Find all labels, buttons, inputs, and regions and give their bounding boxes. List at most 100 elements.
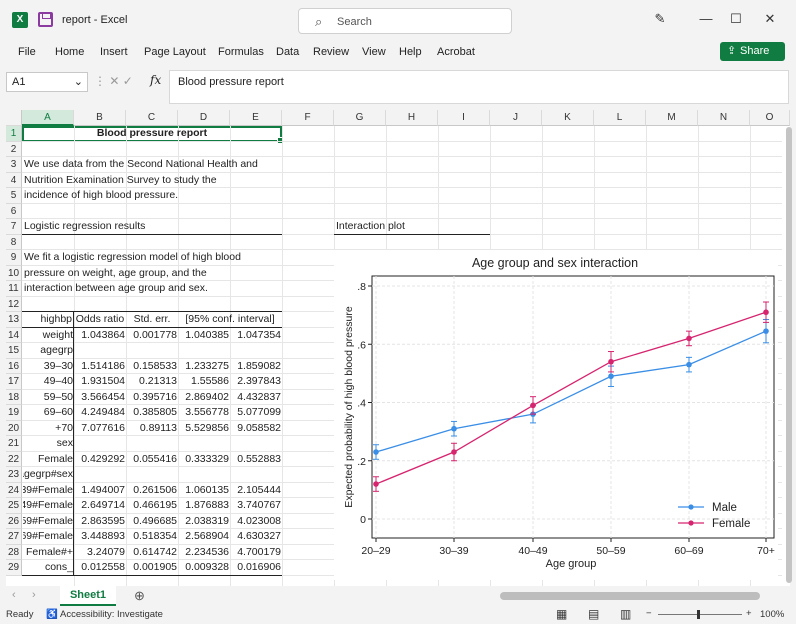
page-break-view-icon[interactable]: ▥	[620, 607, 631, 621]
row-header-26[interactable]: 26	[6, 513, 22, 529]
row-header-2[interactable]: 2	[6, 141, 22, 157]
column-header-e[interactable]: E	[230, 110, 282, 126]
row-header-23[interactable]: 23	[6, 467, 22, 483]
table-value-cell: 0.001778	[133, 328, 177, 341]
menu-review[interactable]: Review	[313, 46, 349, 58]
table-row-label: weight	[42, 328, 73, 341]
horizontal-scrollbar[interactable]	[500, 592, 760, 600]
zoom-out-icon[interactable]: −	[646, 608, 652, 619]
zoom-in-icon[interactable]: +	[746, 608, 752, 619]
legend-marker	[688, 504, 694, 510]
row-header-5[interactable]: 5	[6, 188, 22, 204]
menu-help[interactable]: Help	[399, 46, 422, 58]
tab-next-icon[interactable]: ›	[32, 589, 36, 601]
table-value-cell: 1.233275	[185, 359, 229, 372]
row-header-17[interactable]: 17	[6, 374, 22, 390]
zoom-slider[interactable]	[658, 614, 742, 615]
menu-file[interactable]: File	[18, 46, 36, 58]
formula-input[interactable]: Blood pressure report	[169, 70, 789, 104]
row-header-15[interactable]: 15	[6, 343, 22, 359]
row-header-3[interactable]: 3	[6, 157, 22, 173]
data-point-female	[530, 402, 536, 409]
cell-text: Logistic regression results	[24, 220, 146, 232]
column-header-h[interactable]: H	[386, 110, 438, 126]
column-header-i[interactable]: I	[438, 110, 490, 126]
menu-formulas[interactable]: Formulas	[218, 46, 264, 58]
row-header-16[interactable]: 16	[6, 358, 22, 374]
column-header-f[interactable]: F	[282, 110, 334, 126]
table-row-label: 49#Female	[23, 499, 73, 511]
save-icon[interactable]	[38, 12, 53, 27]
table-value-cell: 4.700179	[237, 545, 281, 558]
add-sheet-icon[interactable]: ⊕	[134, 588, 145, 604]
maximize-button[interactable]: ☐	[726, 11, 746, 27]
table-value-cell: 3.740767	[237, 499, 281, 511]
x-tick-label: 30–39	[439, 545, 468, 557]
row-header-10[interactable]: 10	[6, 265, 22, 281]
interaction-chart[interactable]: Age group and sex interaction .8 .6 .4 .2 0 20…	[334, 250, 778, 580]
zoom-slider-thumb[interactable]	[697, 610, 700, 619]
column-header-k[interactable]: K	[542, 110, 594, 126]
column-header-j[interactable]: J	[490, 110, 542, 126]
table-rule-vertical	[73, 311, 74, 575]
row-header-18[interactable]: 18	[6, 389, 22, 405]
tab-prev-icon[interactable]: ‹	[12, 589, 16, 601]
row-header-12[interactable]: 12	[6, 296, 22, 312]
table-value-cell: 3.556778	[185, 406, 229, 418]
menu-acrobat[interactable]: Acrobat	[437, 46, 475, 58]
column-header-b[interactable]: B	[74, 110, 126, 126]
table-value-cell: 1.060135	[185, 483, 229, 496]
column-header-a[interactable]: A	[22, 110, 74, 126]
row-header-28[interactable]: 28	[6, 544, 22, 560]
column-header-l[interactable]: L	[594, 110, 646, 126]
name-box[interactable]: A1 ⌄	[6, 72, 88, 92]
table-value-cell: 0.496685	[133, 514, 177, 527]
normal-view-icon[interactable]: ▦	[556, 607, 567, 621]
close-button[interactable]: ✕	[760, 11, 780, 27]
row-header-24[interactable]: 24	[6, 482, 22, 498]
select-all-corner[interactable]	[6, 110, 22, 126]
vertical-scrollbar[interactable]	[786, 127, 792, 583]
menu-page-layout[interactable]: Page Layout	[144, 46, 206, 58]
pen-icon[interactable]: ✎	[650, 11, 670, 27]
table-value-cell: 9.058582	[237, 421, 281, 434]
column-header-d[interactable]: D	[178, 110, 230, 126]
row-header-7[interactable]: 7	[6, 219, 22, 235]
menu-insert[interactable]: Insert	[100, 46, 128, 58]
menu-view[interactable]: View	[362, 46, 386, 58]
tab-sheet1[interactable]: Sheet1	[60, 586, 116, 606]
page-layout-view-icon[interactable]: ▤	[588, 607, 599, 621]
row-header-21[interactable]: 21	[6, 436, 22, 452]
row-header-25[interactable]: 25	[6, 498, 22, 514]
row-header-8[interactable]: 8	[6, 234, 22, 250]
column-header-g[interactable]: G	[334, 110, 386, 126]
worksheet-grid[interactable]: A B C D E F G H I J K L M N O 1 2 3 4 5 6 7 8 9 10 11 12 13 14 15 16 17…	[6, 110, 790, 586]
row-header-1[interactable]: 1	[6, 126, 22, 142]
column-header-m[interactable]: M	[646, 110, 698, 126]
row-header-11[interactable]: 11	[6, 281, 22, 297]
row-header-14[interactable]: 14	[6, 327, 22, 343]
zoom-level[interactable]: 100%	[760, 609, 784, 620]
row-header-9[interactable]: 9	[6, 250, 22, 266]
menu-home[interactable]: Home	[55, 46, 84, 58]
row-header-29[interactable]: 29	[6, 560, 22, 576]
table-value-cell: 1.494007	[81, 483, 125, 496]
row-header-27[interactable]: 27	[6, 529, 22, 545]
row-header-19[interactable]: 19	[6, 405, 22, 421]
row-header-22[interactable]: 22	[6, 451, 22, 467]
search-box[interactable]: ⌕ Search	[298, 8, 512, 34]
column-header-c[interactable]: C	[126, 110, 178, 126]
data-point-female	[686, 335, 692, 342]
minimize-button[interactable]: —	[696, 11, 716, 26]
share-button[interactable]: Share	[720, 42, 785, 61]
row-header-6[interactable]: 6	[6, 203, 22, 219]
column-header-n[interactable]: N	[698, 110, 750, 126]
accessibility-status[interactable]: Accessibility: Investigate	[60, 609, 163, 620]
fx-icon[interactable]: fx	[150, 73, 161, 87]
row-header-20[interactable]: 20	[6, 420, 22, 436]
table-value-cell: 4.249484	[81, 406, 125, 418]
column-header-o[interactable]: O	[750, 110, 790, 126]
menu-data[interactable]: Data	[276, 46, 299, 58]
row-header-13[interactable]: 13	[6, 312, 22, 328]
row-header-4[interactable]: 4	[6, 172, 22, 188]
